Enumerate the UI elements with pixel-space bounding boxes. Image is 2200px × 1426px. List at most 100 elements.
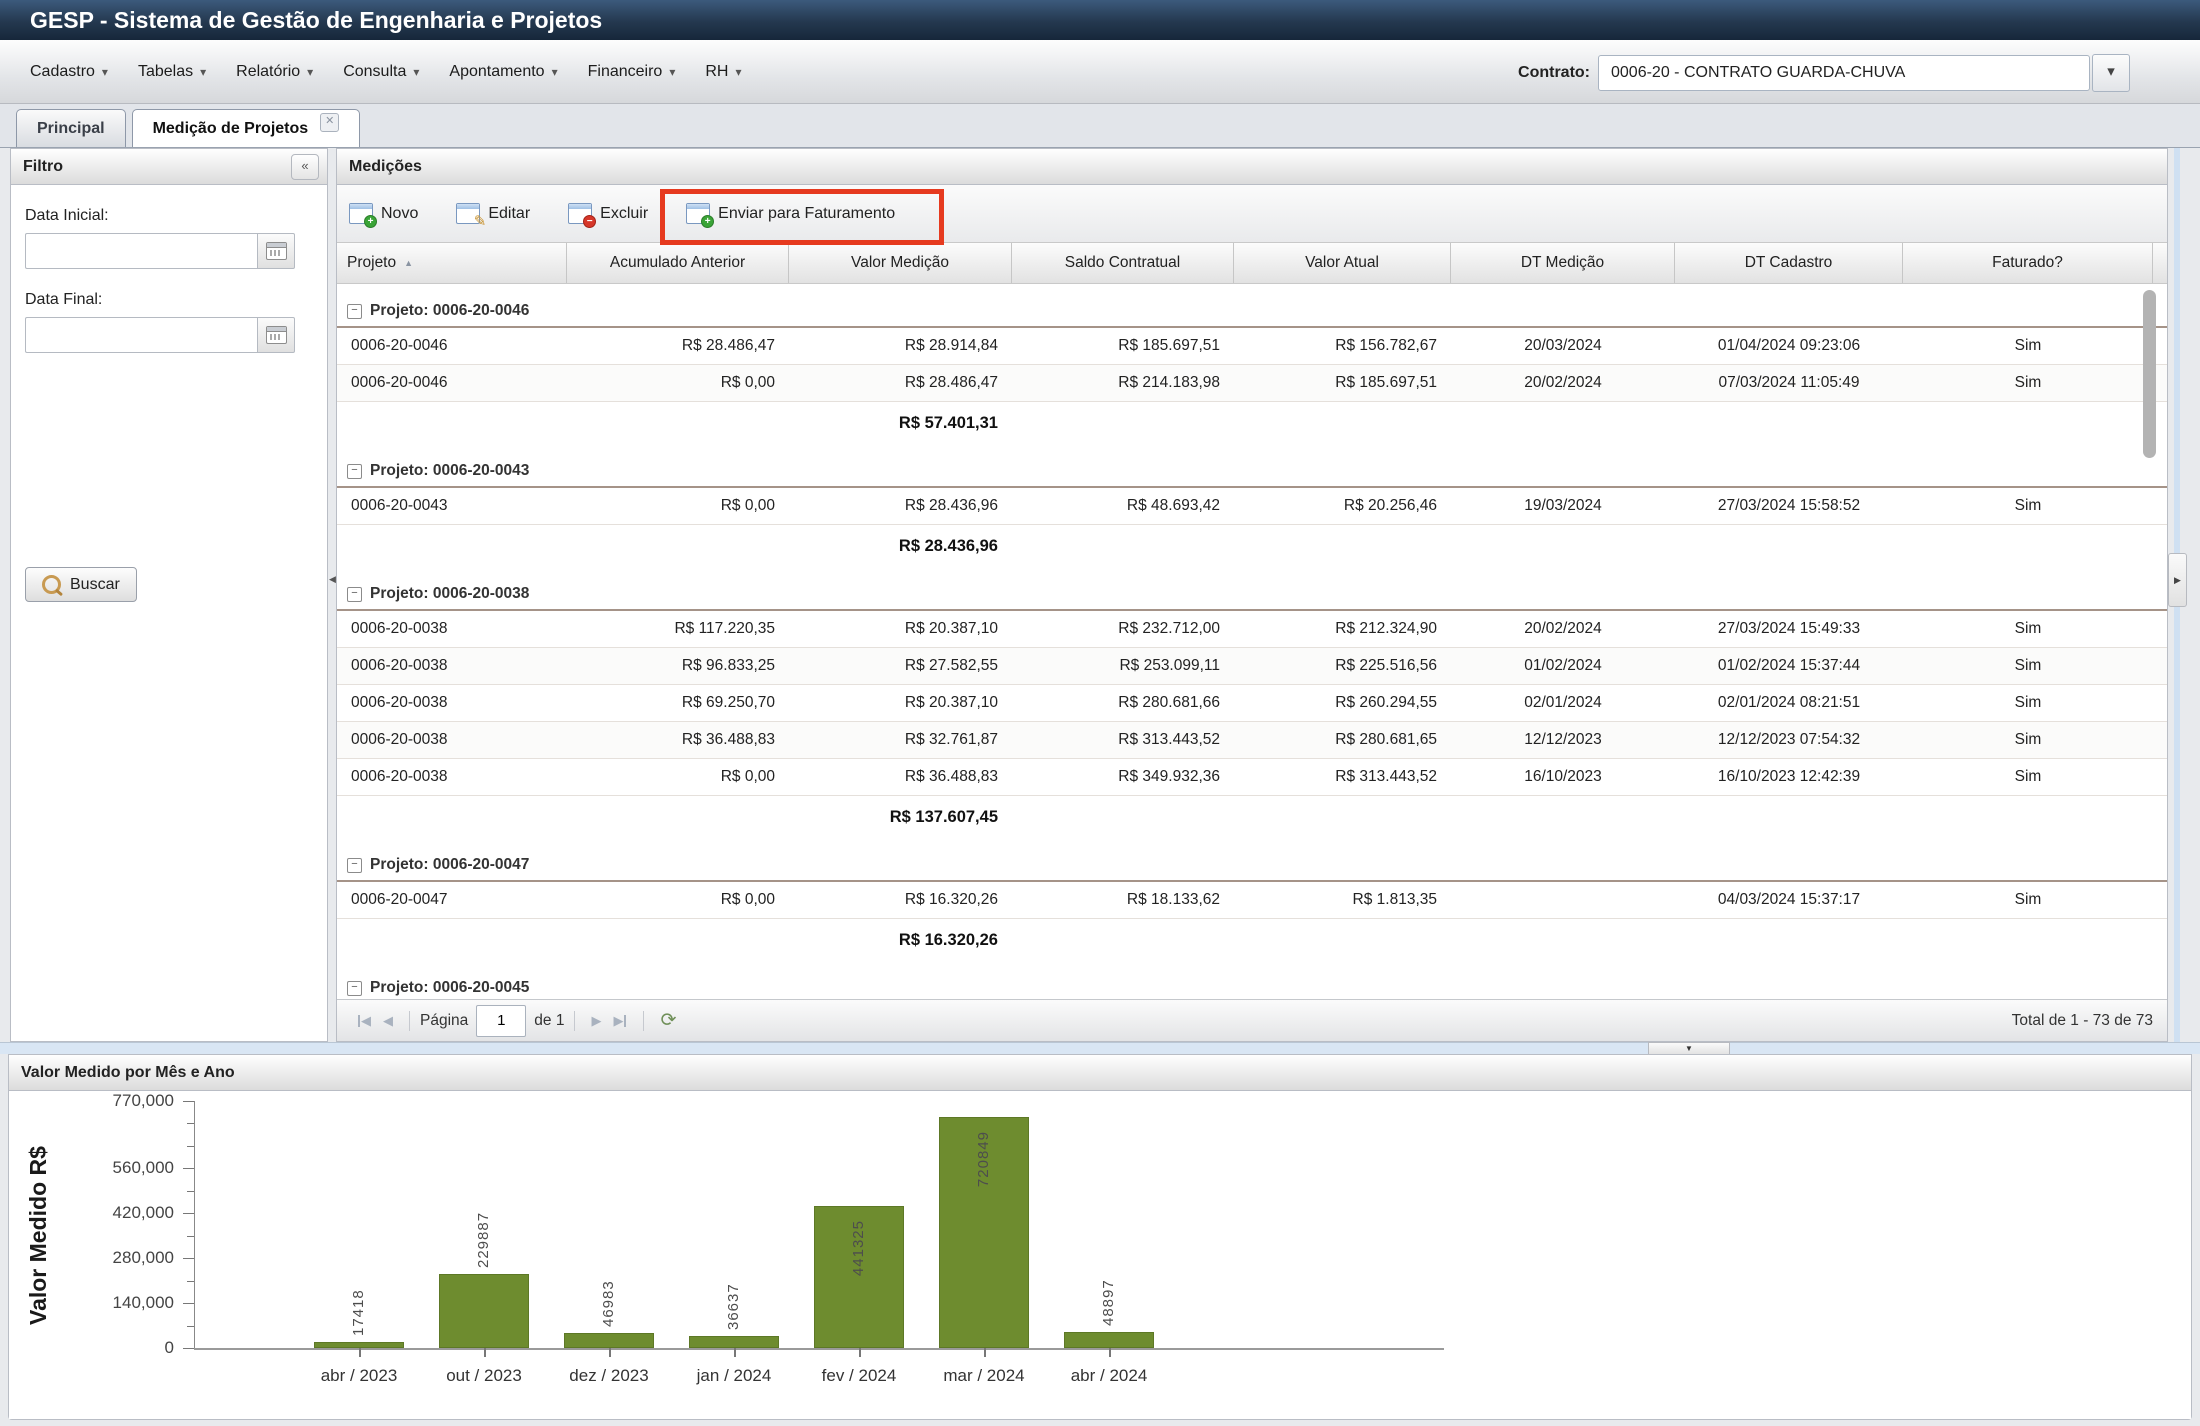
table-row[interactable]: 0006-20-0038R$ 36.488,83R$ 32.761,87R$ 3… [337,722,2167,759]
bar-jan-2024 [689,1336,779,1348]
y-axis-label: Valor Medido R$ [25,1111,52,1361]
menu-item-label: Relatório [236,63,300,81]
next-page-icon[interactable]: ▶ [591,1013,601,1029]
bottom-splitter[interactable] [0,1042,2200,1054]
cell: R$ 36.488,83 [789,768,1012,786]
column-header-dt-cadastro[interactable]: DT Cadastro [1675,243,1903,283]
left-splitter-handle[interactable]: ◀ [328,553,337,605]
calendar-button[interactable] [257,233,295,269]
y-tick [183,1101,194,1102]
x-tick [484,1348,486,1357]
tab-medicao-de-projetos[interactable]: Medição de Projetos ✕ [132,109,361,147]
table-row[interactable]: 0006-20-0046R$ 0,00R$ 28.486,47R$ 214.18… [337,365,2167,402]
table-row[interactable]: 0006-20-0038R$ 0,00R$ 36.488,83R$ 349.93… [337,759,2167,796]
group-header[interactable]: −Projeto: 0006-20-0045 [337,973,2167,999]
table-row[interactable]: 0006-20-0047R$ 0,00R$ 16.320,26R$ 18.133… [337,882,2167,919]
toolbar-button-editar[interactable]: ✎Editar [456,203,530,224]
toolbar-button-excluir[interactable]: −Excluir [568,203,648,224]
column-header-projeto[interactable]: Projeto▲ [337,243,567,283]
group-header[interactable]: −Projeto: 0006-20-0043 [337,456,2167,488]
prev-page-icon[interactable]: ◀ [383,1013,393,1029]
menu-item-rh[interactable]: RH▾ [705,63,741,81]
app-title: GESP - Sistema de Gestão de Engenharia e… [0,0,2200,40]
close-icon[interactable]: ✕ [320,113,339,132]
x-tick-label: abr / 2023 [289,1366,429,1386]
table-row[interactable]: 0006-20-0046R$ 28.486,47R$ 28.914,84R$ 1… [337,328,2167,365]
cell: Sim [1903,374,2153,392]
chevron-down-icon: ▾ [102,65,108,79]
data-final-input[interactable] [25,317,257,353]
menu-item-tabelas[interactable]: Tabelas▾ [138,63,206,81]
chevron-right-icon: ▶ [2174,575,2181,586]
cell: R$ 212.324,90 [1234,620,1451,638]
group-total-value: R$ 16.320,26 [789,931,1012,950]
menu-item-label: Financeiro [588,63,663,81]
y-minor-tick [187,1326,194,1327]
collapse-group-icon[interactable]: − [347,858,362,873]
column-header-valor-atual[interactable]: Valor Atual [1234,243,1451,283]
table-row[interactable]: 0006-20-0038R$ 117.220,35R$ 20.387,10R$ … [337,611,2167,648]
column-header-acumulado-anterior[interactable]: Acumulado Anterior [567,243,789,283]
page-number-input[interactable] [476,1005,526,1037]
menu-item-financeiro[interactable]: Financeiro▾ [588,63,676,81]
right-splitter-handle[interactable]: ▶ [2168,553,2187,607]
bar-value-label: 36637 [725,1248,742,1330]
group-total-row: R$ 137.607,45 [337,796,2167,838]
tab-principal[interactable]: Principal [16,109,126,147]
cell: R$ 36.488,83 [567,731,789,749]
cell: R$ 28.486,47 [567,337,789,355]
x-tick [359,1348,361,1357]
collapse-group-icon[interactable]: − [347,464,362,479]
buscar-button[interactable]: Buscar [25,567,137,602]
collapse-panel-icon[interactable]: « [291,154,319,180]
tab-label: Medição de Projetos [153,120,309,138]
contract-combobox[interactable]: 0006-20 - CONTRATO GUARDA-CHUVA [1598,55,2090,91]
x-tick-label: dez / 2023 [539,1366,679,1386]
calendar-button[interactable] [257,317,295,353]
cell: R$ 16.320,26 [789,891,1012,909]
cell: 02/01/2024 [1451,694,1675,712]
cell: 27/03/2024 15:49:33 [1675,620,1903,638]
cell: 0006-20-0046 [337,337,567,355]
table-row[interactable]: 0006-20-0038R$ 96.833,25R$ 27.582,55R$ 2… [337,648,2167,685]
buscar-label: Buscar [70,576,120,594]
column-header-dt-medi-o[interactable]: DT Medição [1451,243,1675,283]
collapse-group-icon[interactable]: − [347,981,362,996]
cell: R$ 280.681,66 [1012,694,1234,712]
row-group: −Projeto: 0006-20-0045 [337,973,2167,999]
cell: R$ 313.443,52 [1012,731,1234,749]
menu-item-consulta[interactable]: Consulta▾ [343,63,419,81]
y-tick [183,1258,194,1259]
pager-separator [409,1011,410,1031]
first-page-icon[interactable]: ◀ [357,1013,371,1029]
data-inicial-input[interactable] [25,233,257,269]
menu-item-apontamento[interactable]: Apontamento▾ [449,63,557,81]
group-header[interactable]: −Projeto: 0006-20-0038 [337,579,2167,611]
chevron-down-icon: ▾ [552,65,558,79]
menu-item-cadastro[interactable]: Cadastro▾ [30,63,108,81]
cell: R$ 253.099,11 [1012,657,1234,675]
chevron-down-icon: ▼ [1685,1044,1693,1053]
y-minor-tick [187,1191,194,1192]
vertical-scrollbar-thumb[interactable] [2143,290,2156,458]
table-row[interactable]: 0006-20-0043R$ 0,00R$ 28.436,96R$ 48.693… [337,488,2167,525]
group-header-label: Projeto: 0006-20-0047 [370,850,529,880]
chevron-down-icon[interactable]: ▾ [2092,54,2130,92]
y-axis [194,1101,195,1348]
group-total-value: R$ 57.401,31 [789,414,1012,433]
row-group: −Projeto: 0006-20-00380006-20-0038R$ 117… [337,579,2167,838]
column-header-saldo-contratual[interactable]: Saldo Contratual [1012,243,1234,283]
column-header-valor-medi-o[interactable]: Valor Medição [789,243,1012,283]
y-minor-tick [187,1123,194,1124]
group-header[interactable]: −Projeto: 0006-20-0046 [337,296,2167,328]
table-row[interactable]: 0006-20-0038R$ 69.250,70R$ 20.387,10R$ 2… [337,685,2167,722]
collapse-group-icon[interactable]: − [347,587,362,602]
menu-item-relatório[interactable]: Relatório▾ [236,63,313,81]
toolbar-button-novo[interactable]: +Novo [349,203,418,224]
cell: 0006-20-0047 [337,891,567,909]
refresh-icon[interactable]: ⟳ [660,1009,676,1032]
group-header[interactable]: −Projeto: 0006-20-0047 [337,850,2167,882]
last-page-icon[interactable]: ▶ [613,1013,627,1029]
collapse-group-icon[interactable]: − [347,304,362,319]
column-header-faturado-[interactable]: Faturado? [1903,243,2153,283]
